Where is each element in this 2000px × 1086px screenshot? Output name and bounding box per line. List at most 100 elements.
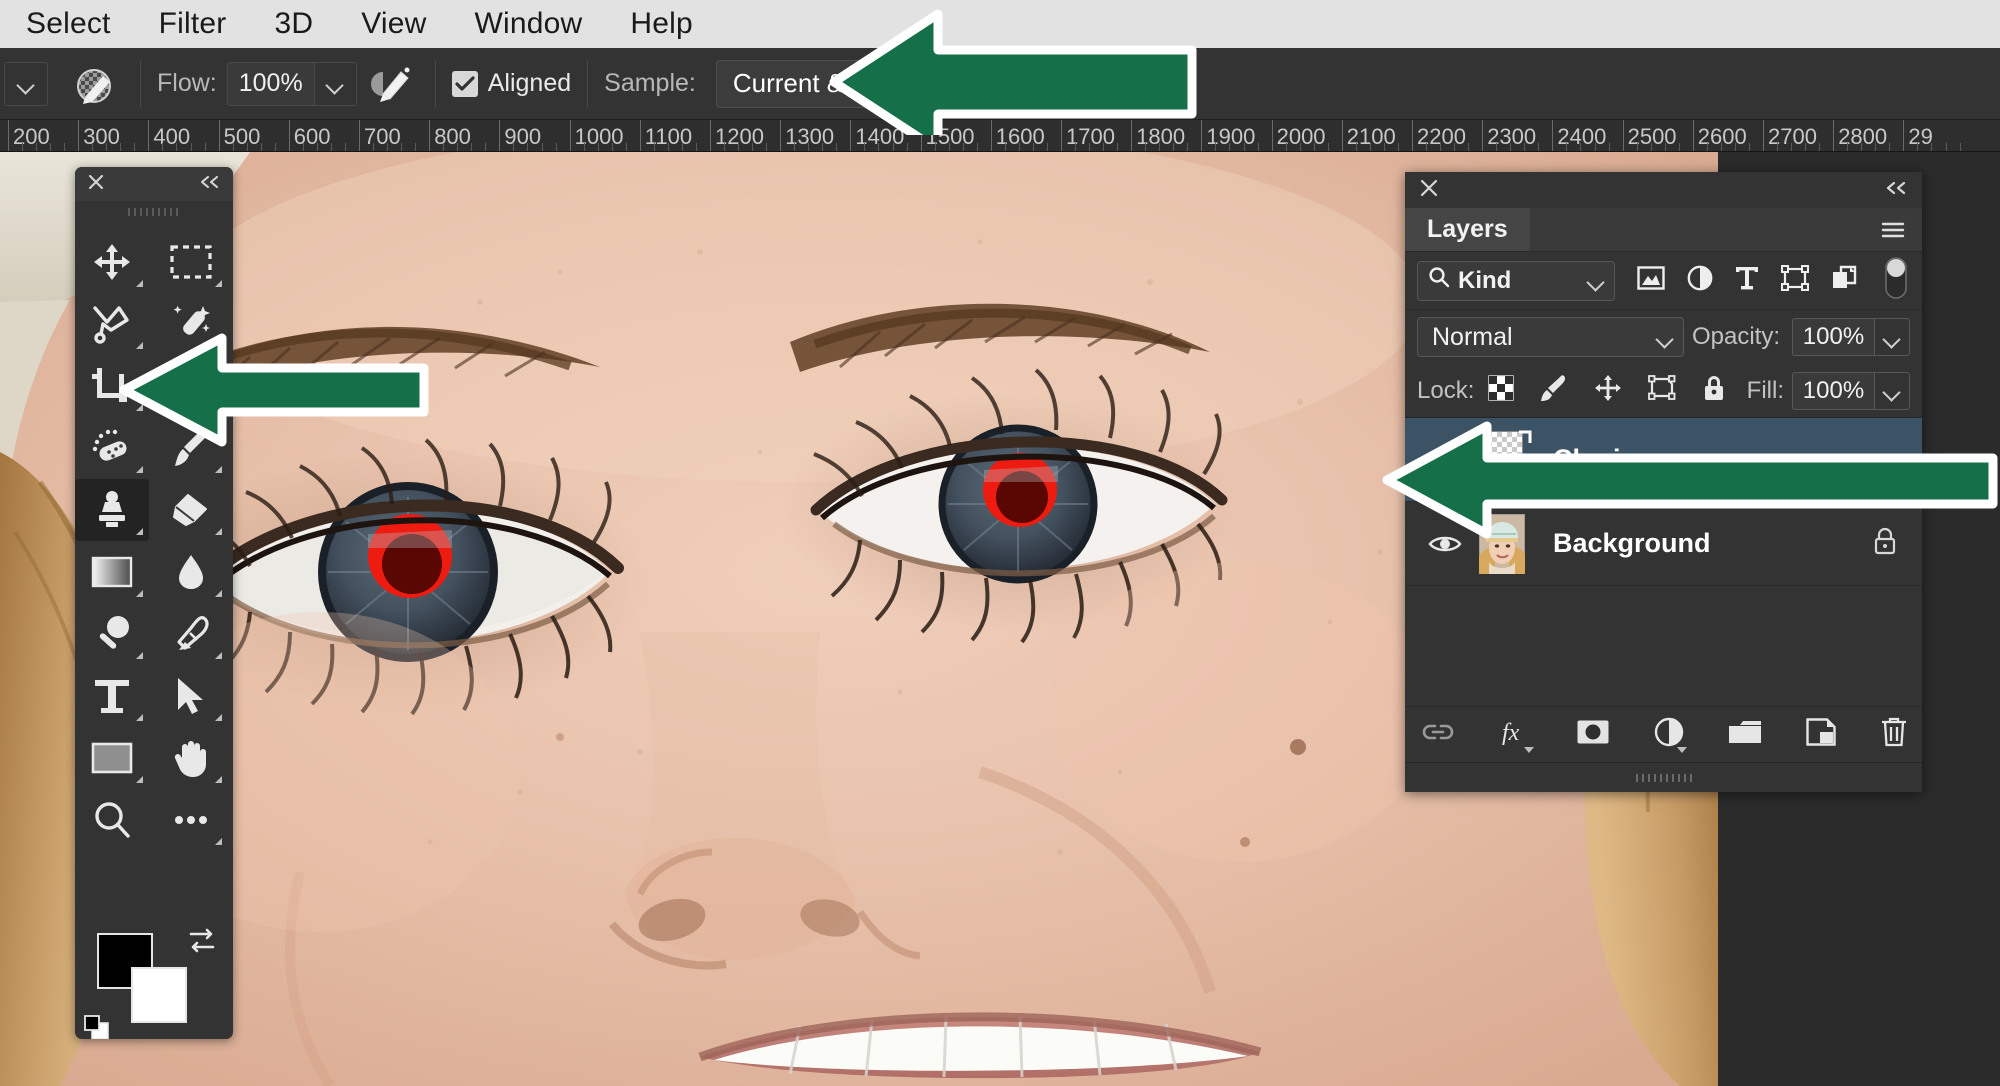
lock-all-icon[interactable] — [1702, 374, 1726, 407]
hand-tool[interactable] — [154, 727, 228, 789]
tool-flyout-indicator — [215, 466, 222, 473]
swap-colors-icon[interactable] — [187, 927, 217, 960]
menu-item-view[interactable]: View — [361, 7, 426, 41]
add-layer-style-icon[interactable]: fx — [1500, 717, 1534, 753]
double-chevron-left-icon[interactable] — [1884, 180, 1908, 201]
arrow-pointing-to-cloning-layer — [1382, 421, 1998, 539]
add-layer-mask-icon[interactable] — [1576, 719, 1610, 750]
menu-item-help[interactable]: Help — [630, 7, 693, 41]
blend-mode-select[interactable]: Normal — [1417, 317, 1684, 357]
ruler-minor-tick — [1889, 143, 1891, 151]
flow-input[interactable]: 100% — [226, 61, 315, 106]
gradient-tool[interactable] — [75, 541, 149, 603]
default-colors-icon[interactable] — [83, 1014, 111, 1039]
fill-stepper-chevron[interactable] — [1874, 371, 1910, 410]
background-color-swatch[interactable] — [131, 967, 187, 1023]
ruler-minor-tick — [836, 143, 838, 151]
ruler-major-tick — [1412, 120, 1413, 151]
ruler-minor-tick — [485, 143, 487, 151]
tools-panel-drag-grip[interactable] — [75, 201, 233, 223]
delete-layer-icon[interactable] — [1880, 717, 1908, 752]
ruler-major-tick — [148, 120, 150, 151]
lock-image-pixels-icon[interactable] — [1540, 374, 1568, 407]
tool-flyout-indicator — [136, 652, 143, 659]
ruler-minor-tick — [1215, 143, 1217, 151]
ruler-minor-tick — [667, 143, 669, 151]
adjustment-layer-filter-icon[interactable] — [1687, 265, 1713, 296]
ruler-major-tick — [1903, 120, 1905, 151]
pixel-layer-filter-icon[interactable] — [1637, 266, 1665, 295]
new-group-icon[interactable] — [1728, 719, 1762, 750]
ruler-minor-tick — [190, 143, 192, 151]
aligned-label: Aligned — [487, 69, 572, 97]
smart-object-filter-icon[interactable] — [1831, 265, 1857, 296]
clone-stamp-tool[interactable] — [75, 479, 149, 541]
opacity-input[interactable]: 100% — [1792, 318, 1874, 356]
tool-flyout-indicator — [215, 280, 222, 287]
rectangle-tool[interactable] — [75, 727, 149, 789]
ruler-minor-tick — [471, 143, 473, 151]
horizontal-type-tool[interactable] — [75, 665, 149, 727]
ruler-minor-tick — [962, 143, 964, 151]
tab-layers[interactable]: Layers — [1405, 208, 1530, 251]
brush-preset-picker-chevron[interactable] — [4, 61, 48, 106]
flow-label: Flow: — [157, 69, 217, 97]
lock-position-icon[interactable] — [1594, 374, 1622, 407]
ruler-minor-tick — [1748, 143, 1750, 151]
ruler-label: 2500 — [1627, 124, 1677, 149]
ruler-minor-tick — [246, 143, 248, 151]
eraser-tool[interactable] — [154, 479, 228, 541]
aligned-checkbox[interactable] — [451, 70, 478, 97]
ruler-minor-tick — [1145, 143, 1147, 151]
airbrush-icon[interactable] — [363, 59, 419, 109]
rectangular-marquee-tool[interactable] — [154, 231, 228, 293]
close-icon[interactable] — [87, 173, 105, 196]
options-separator — [434, 60, 436, 107]
blur-tool[interactable] — [154, 541, 228, 603]
menu-item-3d[interactable]: 3D — [274, 7, 313, 41]
lock-transparent-pixels-icon[interactable] — [1488, 375, 1515, 406]
ruler-minor-tick — [1496, 143, 1498, 151]
fill-input[interactable]: 100% — [1792, 371, 1874, 410]
new-adjustment-layer-icon[interactable] — [1654, 717, 1687, 753]
zoom-tool[interactable] — [75, 789, 149, 851]
path-selection-tool[interactable] — [154, 665, 228, 727]
ruler-major-tick — [639, 120, 641, 151]
menu-item-filter[interactable]: Filter — [159, 7, 227, 41]
layers-panel-resize-grip[interactable] — [1405, 762, 1922, 792]
panel-menu-icon[interactable] — [1864, 208, 1922, 251]
new-layer-icon[interactable] — [1805, 718, 1836, 751]
layers-panel-tabs: Layers — [1405, 208, 1922, 252]
flow-stepper-chevron[interactable] — [314, 61, 357, 106]
ruler-label: 1900 — [1206, 124, 1256, 149]
dodge-tool[interactable] — [75, 603, 149, 665]
double-chevron-left-icon[interactable] — [199, 174, 221, 195]
ruler-minor-tick — [1524, 143, 1526, 151]
ruler-minor-tick — [120, 143, 122, 151]
ruler-minor-tick — [162, 143, 164, 151]
layer-filter-icons — [1637, 256, 1909, 305]
close-icon[interactable] — [1419, 178, 1439, 203]
ruler-minor-tick — [64, 143, 66, 151]
menu-item-select[interactable]: Select — [26, 7, 111, 41]
layer-filter-kind-select[interactable]: Kind — [1417, 260, 1615, 301]
ruler-minor-tick — [1636, 143, 1638, 151]
pen-tool[interactable] — [154, 603, 228, 665]
filter-toggle-switch[interactable] — [1883, 256, 1909, 305]
type-layer-filter-icon[interactable] — [1735, 265, 1759, 296]
ruler-minor-tick — [106, 143, 108, 151]
link-layers-icon[interactable] — [1420, 721, 1456, 748]
ruler-minor-tick — [1791, 143, 1793, 151]
shape-layer-filter-icon[interactable] — [1781, 265, 1809, 296]
move-tool[interactable] — [75, 231, 149, 293]
brush-preset-icon[interactable] — [68, 58, 124, 110]
opacity-stepper-chevron[interactable] — [1874, 318, 1910, 356]
aligned-checkbox-group[interactable]: Aligned — [451, 69, 572, 98]
opacity-label: Opacity: — [1691, 323, 1780, 350]
flyout-arrow-icon — [1676, 747, 1687, 753]
lock-artboard-nesting-icon[interactable] — [1648, 375, 1676, 406]
menu-item-window[interactable]: Window — [475, 7, 583, 41]
ruler-major-tick — [710, 120, 711, 151]
edit-toolbar-tool[interactable] — [154, 789, 228, 851]
ruler-minor-tick — [976, 143, 978, 151]
